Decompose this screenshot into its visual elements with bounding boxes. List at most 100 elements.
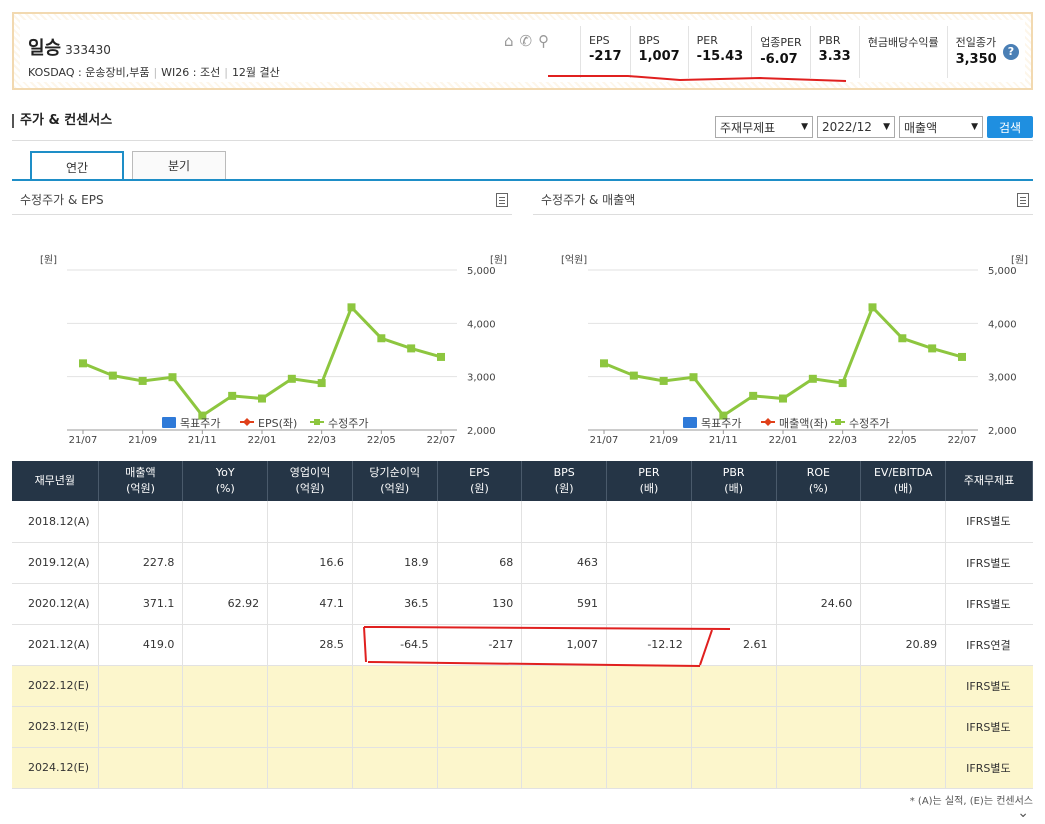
section-divider [12,140,1033,141]
data-point[interactable] [958,352,966,361]
table-row: 2019.12(A) 227.8 16.6 18.9 68 463 IFRS별도 [12,542,1033,584]
table-cell: 36.5 [352,583,438,625]
price-eps-chart: [원] [원]5,0004,0003,0002,00021/07 21/09 21/1… [40,254,507,446]
table-cell [521,665,608,707]
table-cell: 1,007 [521,624,608,666]
table-cell [267,665,353,707]
data-point[interactable] [600,359,608,368]
table-header-row: 재무년월 매출액 (억원) YoY (%) 영업이익 (억원) 당기순이익 (억원) EPS (원)… [12,461,1033,501]
legend-label[interactable]: 수정주가 [328,417,368,430]
x-tick-label: 22/01 [769,435,798,445]
data-point[interactable] [808,374,817,383]
company-meta: KOSDAQ : 운송장비,부품 | WI26 : 조선 | 12월 결산 [28,66,280,79]
table-cell [521,501,608,543]
column-header: 재무년월 [12,461,99,501]
data-point[interactable] [659,376,668,385]
x-tick-label: 22/01 [248,435,277,445]
tab-quarterly[interactable]: 분기 [132,151,226,180]
statement-select[interactable]: 주재무제표 ▼ [715,116,813,138]
table-cell: IFRS별도 [945,747,1033,789]
chart-panel-sales: 수정주가 & 매출액 [억원] [원] 5,000 4,000 3,000 2,000 21… [533,185,1033,446]
legend-label[interactable]: EPS(좌) [258,417,297,430]
y-tick-label: 3,000 [988,373,1017,384]
data-point[interactable] [868,303,877,312]
data-point[interactable] [108,371,117,380]
table-cell: 2023.12(E) [12,706,99,748]
table-cell: IFRS별도 [945,501,1033,543]
table-cell [98,706,184,748]
table-cell: IFRS연결 [945,624,1033,666]
data-point[interactable] [377,334,386,343]
metric-select[interactable]: 매출액 ▼ [899,116,983,138]
legend-label[interactable]: 목표주가 [701,417,741,430]
data-point[interactable] [317,379,326,388]
table-cell [776,501,862,543]
data-point[interactable] [689,373,698,382]
table-cell: 371.1 [98,583,184,625]
company-code: 333430 [65,43,111,57]
data-point[interactable] [779,394,787,403]
stat-value: -217 [589,49,622,64]
x-tick-label: 22/07 [948,435,977,445]
y-tick-label: 2,000 [467,426,496,437]
table-cell [606,542,692,584]
tab-annual[interactable]: 연간 [30,151,124,181]
data-point[interactable] [407,344,416,353]
table-cell [437,747,523,789]
data-point[interactable] [138,376,147,385]
column-header: 당기순이익 (억원) [352,461,438,501]
phone-icon[interactable]: ✆ [520,32,533,50]
stat-pbr: PBR 3.33 [809,26,859,78]
data-table-icon[interactable] [496,192,508,207]
data-point[interactable] [347,303,356,312]
table-row: 2021.12(A) 419.0 28.5 -64.5 -217 1,007 -12.12 2… [12,624,1033,666]
home-icon[interactable]: ⌂ [504,32,514,50]
chart-title: 수정주가 & 매출액 [541,193,636,207]
data-point[interactable] [928,344,937,353]
table-cell [776,706,862,748]
x-tick-label: 22/07 [427,435,456,445]
table-cell: 463 [521,542,608,584]
x-tick-label: 21/07 [69,435,98,445]
map-pin-icon[interactable]: ⚲ [538,32,549,50]
stat-value: -15.43 [696,49,744,64]
table-cell [352,747,438,789]
x-tick-label: 21/11 [188,435,217,445]
data-point[interactable] [437,352,445,361]
help-icon[interactable]: ? [1003,44,1019,60]
legend-label[interactable]: 매출액(좌) [779,417,828,430]
legend-label[interactable]: 목표주가 [180,417,220,430]
table-cell: 2019.12(A) [12,542,99,584]
data-point[interactable] [838,379,847,388]
table-cell: 227.8 [98,542,184,584]
column-header: BPS (원) [521,461,608,501]
chevron-down-icon[interactable]: ⌄ [1017,805,1029,821]
period-select[interactable]: 2022/12 ▼ [817,116,895,138]
legend-label[interactable]: 수정주가 [849,417,889,430]
table-cell [98,665,184,707]
table-row: 2024.12(E) IFRS별도 [12,747,1033,789]
stat-eps: EPS -217 [580,26,630,78]
legend-marker [314,419,320,425]
column-header: 영업이익 (억원) [267,461,353,501]
data-point[interactable] [228,391,237,400]
data-point[interactable] [79,359,87,368]
data-point[interactable] [749,391,758,400]
table-cell [860,583,947,625]
table-cell [776,624,862,666]
table-cell [437,501,523,543]
data-point[interactable] [898,334,907,343]
data-point[interactable] [629,371,638,380]
data-table-icon[interactable] [1017,192,1029,207]
y-tick-label: 5,000 [988,266,1017,277]
table-row: 2018.12(A) IFRS별도 [12,501,1033,543]
table-cell: IFRS별도 [945,665,1033,707]
data-point[interactable] [168,373,177,382]
table-cell [267,747,353,789]
x-tick-label: 22/05 [367,435,396,445]
table-cell [267,706,353,748]
data-point[interactable] [258,394,266,403]
table-cell [98,747,184,789]
search-button[interactable]: 검색 [987,116,1033,138]
data-point[interactable] [287,374,296,383]
